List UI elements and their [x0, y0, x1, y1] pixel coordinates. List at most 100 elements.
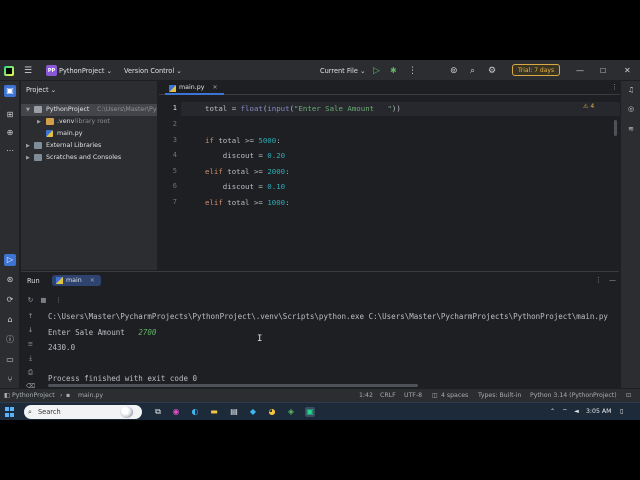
pycharm-taskbar-icon[interactable]: ▣ [305, 407, 315, 417]
indent-setting[interactable]: 4 spaces [441, 389, 468, 403]
breadcrumb-project[interactable]: PythonProject [12, 389, 55, 403]
tab-main-py[interactable]: main.py ✕ [165, 81, 224, 95]
more-options-icon[interactable]: ⋮ [595, 276, 602, 284]
close-icon[interactable]: ✕ [624, 60, 631, 81]
run-config-selector[interactable]: Current File ⌄ [320, 60, 366, 81]
chevron-down-icon[interactable]: ▼ [26, 104, 30, 116]
minimize-icon[interactable]: — [576, 60, 584, 81]
network-icon[interactable]: ⌔ [562, 403, 568, 420]
chevron-right-icon[interactable]: ▶ [26, 140, 30, 152]
chevron-down-icon: ⌄ [174, 66, 182, 75]
ai-assistant-icon[interactable]: ⊚ [450, 60, 458, 81]
project-panel-header[interactable]: Project ⌄ [26, 86, 56, 94]
windows-start-icon[interactable] [5, 407, 15, 417]
structure-tool-icon[interactable]: ⊞ [4, 109, 16, 121]
project-tool-icon[interactable]: ▣ [4, 85, 16, 97]
console-horizontal-scrollbar[interactable] [48, 384, 418, 387]
scroll-to-end-icon[interactable]: ⤓ [26, 354, 35, 363]
run-icon[interactable]: ▷ [373, 60, 380, 81]
console-output[interactable]: C:\Users\Master\PycharmProjects\PythonPr… [48, 312, 618, 382]
inspection-icon[interactable]: ⊡ [626, 389, 631, 403]
code-line[interactable]: discout = 0.10 [205, 182, 285, 191]
more-tabs-icon[interactable]: ⋮ [611, 83, 618, 91]
more-tools-icon[interactable]: ⋯ [4, 145, 16, 157]
chevron-right-icon[interactable]: ▶ [37, 116, 41, 128]
notifications-icon[interactable]: ♫ [626, 85, 636, 95]
git-icon[interactable]: ⑂ [4, 374, 16, 386]
notification-bell-icon[interactable]: ▯ [620, 403, 623, 420]
project-badge[interactable]: PP [46, 65, 57, 76]
minimize-panel-icon[interactable]: — [609, 276, 616, 284]
python-interpreter[interactable]: Python 3.14 (PythonProject) [530, 389, 617, 403]
python-console-icon[interactable]: ⌂ [4, 314, 16, 326]
project-name: PythonProject [59, 66, 105, 75]
console-prompt: Enter Sale Amount [48, 328, 139, 337]
lock-icon: ◫ [432, 392, 438, 399]
store-icon[interactable]: ▤ [229, 407, 239, 417]
close-tab-icon[interactable]: ✕ [90, 277, 95, 284]
soft-wrap-icon[interactable]: ≡ [26, 340, 35, 349]
gear-icon[interactable]: ⚙ [488, 60, 496, 81]
tree-item-venv[interactable]: ▶ .venv library root [21, 116, 157, 128]
python-packages-icon[interactable]: ⊛ [4, 274, 16, 286]
taskbar-clock[interactable]: 3:05 AM [586, 403, 611, 420]
tree-item-external-libraries[interactable]: ▶ External Libraries [21, 140, 157, 152]
code-line[interactable]: total = float(input("Enter Sale Amount "… [205, 104, 401, 113]
console-result-line: 2430.0 [48, 343, 76, 352]
tree-item-label: .venv [57, 118, 75, 125]
code-line[interactable]: discout = 0.20 [205, 151, 285, 160]
services-icon[interactable]: ⟳ [4, 294, 16, 306]
line-number: 4 [172, 151, 177, 159]
project-switcher[interactable]: PythonProject ⌄ [59, 60, 112, 81]
debug-icon[interactable]: ✱ [390, 60, 397, 81]
copilot-icon[interactable]: ◉ [171, 407, 181, 417]
pycharm-logo-icon [4, 60, 16, 81]
chrome-icon[interactable]: ◕ [267, 407, 277, 417]
search-icon: ⌕ [28, 408, 32, 416]
ai-chat-icon[interactable]: ◎ [626, 104, 636, 114]
more-actions-icon[interactable]: ⋮ [408, 60, 417, 81]
editor-scrollbar[interactable] [614, 120, 617, 136]
mail-icon[interactable]: ◆ [248, 407, 258, 417]
scroll-up-icon[interactable]: ↑ [26, 312, 35, 321]
tree-item-main-py[interactable]: main.py [21, 128, 157, 140]
task-view-icon[interactable]: ⧉ [153, 407, 163, 417]
database-icon[interactable]: ≋ [626, 124, 636, 134]
more-run-actions-icon[interactable]: ⋮ [54, 296, 63, 305]
close-tab-icon[interactable]: ✕ [212, 84, 217, 91]
print-icon[interactable]: ⎙ [26, 368, 35, 377]
warnings-indicator[interactable]: ⚠ 4 [583, 103, 594, 110]
terminal-icon[interactable]: ▭ [4, 354, 16, 366]
taskbar-search[interactable]: ⌕ Search [24, 405, 142, 419]
search-icon[interactable]: ⌕ [470, 60, 475, 81]
app-icon[interactable]: ◈ [286, 407, 296, 417]
code-line[interactable]: elif total >= 1000: [205, 198, 290, 207]
chevron-right-icon[interactable]: ▶ [26, 152, 30, 164]
caret-position[interactable]: 1:42 [359, 389, 373, 403]
breadcrumb-file[interactable]: main.py [78, 389, 103, 403]
plugins-tool-icon[interactable]: ⊕ [4, 127, 16, 139]
edge-icon[interactable]: ◐ [190, 407, 200, 417]
run-tool-icon[interactable]: ▷ [4, 254, 16, 266]
maximize-icon[interactable]: ☐ [600, 60, 606, 81]
trial-badge[interactable]: Trial: 7 days [512, 64, 561, 76]
tree-item-scratches[interactable]: ▶ Scratches and Consoles [21, 152, 157, 164]
main-menu-icon[interactable]: ☰ [24, 60, 36, 81]
code-editor[interactable]: 1 2 3 4 5 6 7 total = float(input("Enter… [159, 96, 620, 270]
vcs-widget-icon[interactable]: ◧ [4, 389, 10, 403]
problems-icon[interactable]: ⓘ [4, 334, 16, 346]
scroll-down-icon[interactable]: ↓ [26, 326, 35, 335]
code-line[interactable]: elif total >= 2000: [205, 167, 290, 176]
version-control-menu[interactable]: Version Control ⌄ [124, 60, 182, 81]
tree-item-project-root[interactable]: ▼ PythonProject C:\Users\Master\PycharmP… [21, 104, 157, 116]
code-line[interactable]: if total >= 5000: [205, 136, 281, 145]
stop-icon[interactable]: ■ [39, 296, 48, 305]
file-encoding[interactable]: UTF-8 [404, 389, 422, 403]
line-separator[interactable]: CRLF [380, 389, 396, 403]
tray-overflow-icon[interactable]: ⌃ [550, 403, 555, 420]
run-tab-main[interactable]: main ✕ [52, 275, 101, 286]
file-explorer-icon[interactable]: ▬ [209, 407, 219, 417]
volume-icon[interactable]: ◄ [574, 403, 579, 420]
rerun-icon[interactable]: ↻ [26, 296, 35, 305]
types-setting[interactable]: Types: Built-in [478, 389, 521, 403]
